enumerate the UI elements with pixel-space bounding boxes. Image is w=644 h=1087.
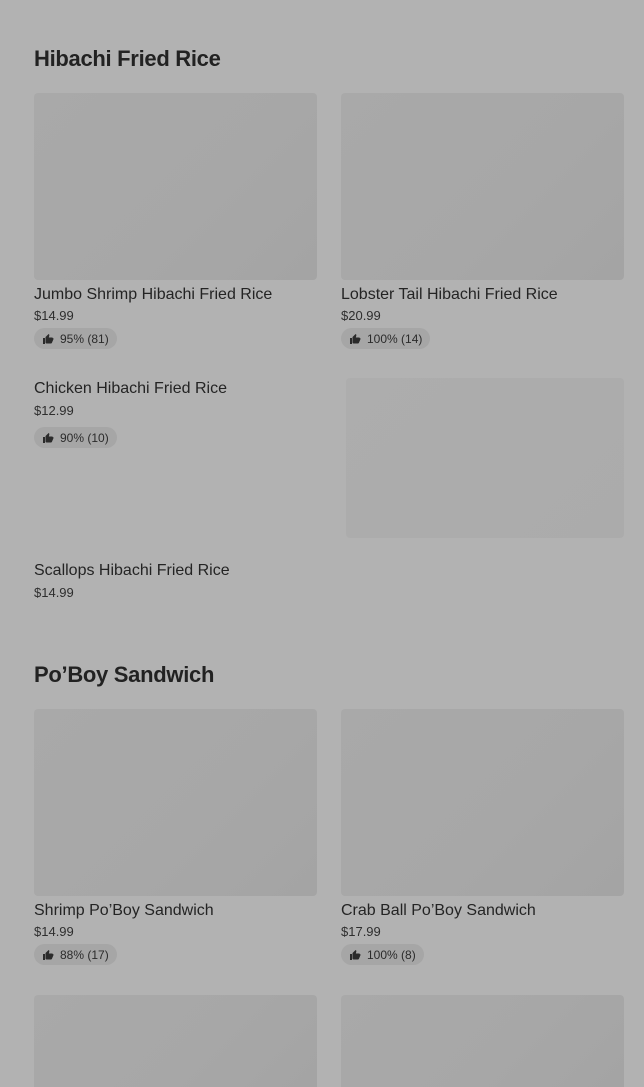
food-photo[interactable] xyxy=(341,93,624,280)
food-photo[interactable] xyxy=(34,995,317,1087)
item-price: $14.99 xyxy=(34,585,74,600)
menu-item-card[interactable]: Crab Ball Po’Boy Sandwich $17.99 100% (8… xyxy=(341,709,624,966)
section-title: Hibachi Fried Rice xyxy=(34,46,221,71)
thumbs-up-icon xyxy=(42,432,54,444)
rating-badge: 95% (81) xyxy=(34,328,117,349)
thumbs-up-icon xyxy=(42,949,54,961)
item-name: Crab Ball Po’Boy Sandwich xyxy=(341,902,536,919)
item-name: Lobster Tail Hibachi Fried Rice xyxy=(341,286,558,303)
menu-item-card[interactable] xyxy=(341,995,624,1087)
item-price: $20.99 xyxy=(341,308,381,323)
food-photo[interactable] xyxy=(341,995,624,1087)
section-title: Po’Boy Sandwich xyxy=(34,662,215,687)
menu-item-row[interactable]: Chicken Hibachi Fried Rice $12.99 90% (1… xyxy=(34,380,227,449)
thumbs-up-icon xyxy=(42,333,54,345)
rating-badge: 88% (17) xyxy=(34,944,117,965)
menu-item-card[interactable]: Lobster Tail Hibachi Fried Rice $20.99 1… xyxy=(341,93,624,350)
rating-text: 100% (8) xyxy=(367,947,416,962)
item-price: $14.99 xyxy=(34,924,74,939)
item-price: $17.99 xyxy=(341,924,381,939)
item-name: Shrimp Po’Boy Sandwich xyxy=(34,902,214,919)
item-name: Jumbo Shrimp Hibachi Fried Rice xyxy=(34,286,273,303)
food-photo[interactable] xyxy=(34,709,317,896)
menu-item-card[interactable]: Shrimp Po’Boy Sandwich $14.99 88% (17) xyxy=(34,709,317,966)
item-price: $14.99 xyxy=(34,308,74,323)
thumbs-up-icon xyxy=(349,333,361,345)
item-name: Chicken Hibachi Fried Rice xyxy=(34,380,227,397)
item-price: $12.99 xyxy=(34,403,74,418)
item-name: Scallops Hibachi Fried Rice xyxy=(34,562,230,579)
rating-badge: 100% (14) xyxy=(341,328,431,349)
food-photo[interactable] xyxy=(346,378,624,538)
rating-text: 88% (17) xyxy=(60,947,109,962)
menu-item-card[interactable]: Jumbo Shrimp Hibachi Fried Rice $14.99 9… xyxy=(34,93,317,350)
rating-badge: 90% (10) xyxy=(34,427,117,448)
rating-text: 100% (14) xyxy=(367,331,423,346)
menu-item-row[interactable]: Scallops Hibachi Fried Rice $14.99 xyxy=(34,562,230,600)
food-photo[interactable] xyxy=(34,93,317,280)
rating-text: 90% (10) xyxy=(60,430,109,445)
menu-item-card[interactable] xyxy=(34,995,317,1087)
rating-badge: 100% (8) xyxy=(341,944,424,965)
thumbs-up-icon xyxy=(349,949,361,961)
rating-text: 95% (81) xyxy=(60,331,109,346)
food-photo[interactable] xyxy=(341,709,624,896)
